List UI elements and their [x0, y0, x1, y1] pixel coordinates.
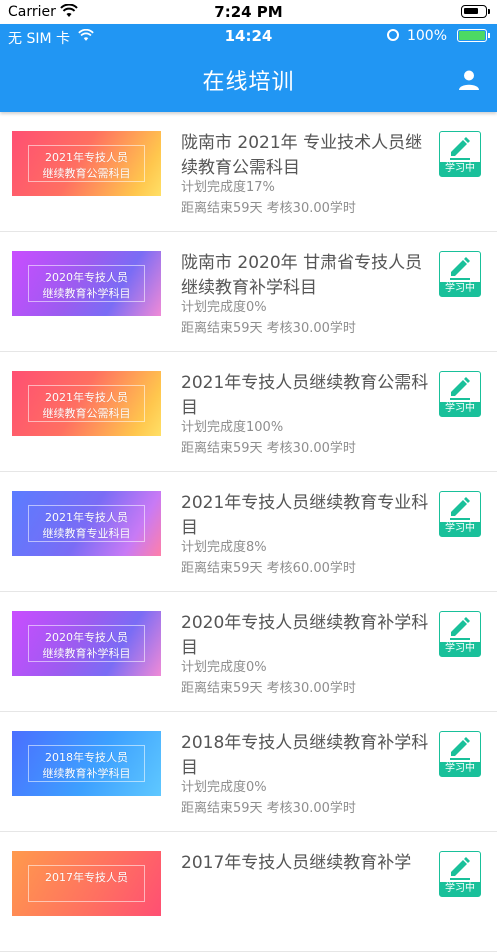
- course-title: 2017年专技人员继续教育补学: [181, 853, 412, 873]
- banner-line1: 2020年专技人员: [45, 631, 128, 644]
- course-banner: 2021年专技人员 继续教育公需科目: [12, 131, 161, 196]
- course-deadline: 距离结束59天 考核30.00学时: [181, 201, 356, 216]
- badge-label: 学习中: [440, 282, 480, 296]
- banner-line2: 继续教育补学科目: [42, 767, 131, 780]
- page-title: 在线培训: [202, 70, 295, 95]
- pencil-icon: [450, 737, 470, 760]
- banner-line1: 2020年专技人员: [45, 271, 128, 284]
- battery-percent: 100%: [406, 28, 447, 44]
- course-progress: 计划完成度0%: [181, 780, 267, 795]
- course-banner: 2021年专技人员 继续教育公需科目: [12, 371, 161, 436]
- pencil-icon: [450, 257, 470, 280]
- rotation-lock-icon: [387, 29, 399, 41]
- course-deadline: 距离结束59天 考核60.00学时: [181, 561, 356, 576]
- course-deadline: 距离结束59天 考核30.00学时: [181, 801, 356, 816]
- course-deadline: 距离结束59天 考核30.00学时: [181, 441, 356, 456]
- user-icon[interactable]: [458, 69, 480, 91]
- course-item-1[interactable]: 2021年专技人员 继续教育公需科目 陇南市 2021年 专业技术人员继续教育公…: [0, 112, 497, 232]
- course-title: 2018年专技人员继续教育补学科目: [181, 733, 429, 778]
- course-progress: 计划完成度17%: [181, 180, 275, 195]
- banner-line2: 继续教育专业科目: [42, 527, 131, 540]
- badge-label: 学习中: [440, 162, 480, 176]
- banner-line1: 2021年专技人员: [45, 151, 128, 164]
- course-progress: 计划完成度0%: [181, 300, 267, 315]
- studying-badge[interactable]: 学习中: [439, 611, 481, 657]
- pencil-icon: [450, 617, 470, 640]
- course-title: 陇南市 2021年 专业技术人员继续教育公需科目: [181, 133, 423, 178]
- device-time: 7:24 PM: [214, 3, 283, 21]
- course-deadline: 距离结束59天 考核30.00学时: [181, 681, 356, 696]
- banner-line2: 继续教育补学科目: [42, 647, 131, 660]
- course-progress: 计划完成度100%: [181, 420, 284, 435]
- course-item-4[interactable]: 2021年专技人员 继续教育专业科目 2021年专技人员继续教育专业科目 计划完…: [0, 472, 497, 592]
- course-progress: 计划完成度8%: [181, 540, 267, 555]
- studying-badge[interactable]: 学习中: [439, 491, 481, 537]
- battery-icon: [457, 29, 490, 42]
- course-banner: 2021年专技人员 继续教育专业科目: [12, 491, 161, 556]
- studying-badge[interactable]: 学习中: [439, 131, 481, 177]
- studying-badge[interactable]: 学习中: [439, 731, 481, 777]
- course-item-6[interactable]: 2018年专技人员 继续教育补学科目 2018年专技人员继续教育补学科目 计划完…: [0, 712, 497, 832]
- course-title: 2021年专技人员继续教育公需科目: [181, 373, 429, 418]
- banner-line2: 继续教育公需科目: [42, 407, 131, 420]
- course-banner: 2020年专技人员 继续教育补学科目: [12, 251, 161, 316]
- app-header: 无 SIM 卡 14:24 100% 在线培训: [0, 24, 497, 112]
- course-banner: 2018年专技人员 继续教育补学科目: [12, 731, 161, 796]
- course-title: 2020年专技人员继续教育补学科目: [181, 613, 429, 658]
- course-item-5[interactable]: 2020年专技人员 继续教育补学科目 2020年专技人员继续教育补学科目 计划完…: [0, 592, 497, 712]
- pencil-icon: [450, 377, 470, 400]
- pencil-icon: [450, 857, 470, 880]
- course-title: 2021年专技人员继续教育专业科目: [181, 493, 429, 538]
- course-item-3[interactable]: 2021年专技人员 继续教育公需科目 2021年专技人员继续教育公需科目 计划完…: [0, 352, 497, 472]
- course-item-7[interactable]: 2017年专技人员 2017年专技人员继续教育补学 学习中: [0, 832, 497, 952]
- badge-label: 学习中: [440, 642, 480, 656]
- badge-label: 学习中: [440, 522, 480, 536]
- banner-line1: 2021年专技人员: [45, 511, 128, 524]
- course-progress: 计划完成度0%: [181, 660, 267, 675]
- badge-label: 学习中: [440, 882, 480, 896]
- studying-badge[interactable]: 学习中: [439, 371, 481, 417]
- studying-badge[interactable]: 学习中: [439, 251, 481, 297]
- battery-icon: [461, 5, 490, 18]
- badge-label: 学习中: [440, 402, 480, 416]
- course-banner: 2017年专技人员: [12, 851, 161, 916]
- banner-line1: 2018年专技人员: [45, 751, 128, 764]
- pencil-icon: [450, 497, 470, 520]
- course-item-2[interactable]: 2020年专技人员 继续教育补学科目 陇南市 2020年 甘肃省专技人员继续教育…: [0, 232, 497, 352]
- pencil-icon: [450, 137, 470, 160]
- app-status-bar: 无 SIM 卡 14:24 100%: [0, 24, 497, 48]
- course-banner: 2020年专技人员 继续教育补学科目: [12, 611, 161, 676]
- course-list: 2021年专技人员 继续教育公需科目 陇南市 2021年 专业技术人员继续教育公…: [0, 112, 497, 952]
- studying-badge[interactable]: 学习中: [439, 851, 481, 897]
- banner-line2: 继续教育公需科目: [42, 167, 131, 180]
- course-deadline: 距离结束59天 考核30.00学时: [181, 321, 356, 336]
- banner-line2: 继续教育补学科目: [42, 287, 131, 300]
- banner-line1: 2017年专技人员: [45, 871, 128, 884]
- badge-label: 学习中: [440, 762, 480, 776]
- course-title: 陇南市 2020年 甘肃省专技人员继续教育补学科目: [181, 253, 423, 298]
- device-status-bar: Carrier 7:24 PM: [0, 0, 497, 24]
- banner-line1: 2021年专技人员: [45, 391, 128, 404]
